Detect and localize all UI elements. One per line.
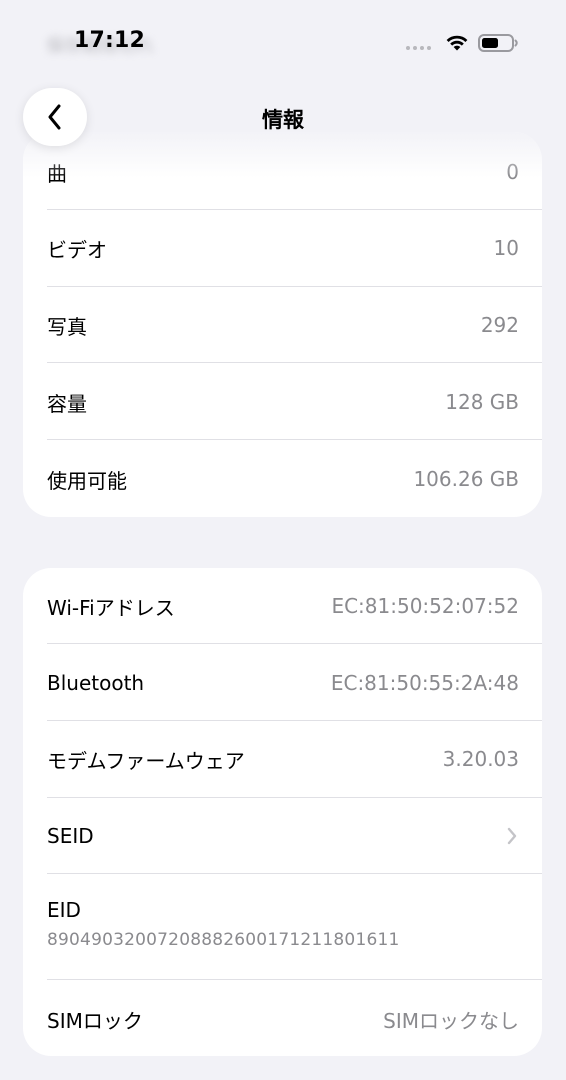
- row-label: Wi-Fiアドレス: [47, 595, 175, 620]
- row-label: EID: [47, 898, 81, 922]
- divider: [47, 362, 542, 363]
- row-label: ビデオ: [47, 237, 107, 262]
- row-value[interactable]: EC:81:50:52:07:52: [331, 594, 519, 618]
- row-bluetooth: Bluetooth EC:81:50:55:2A:48: [47, 665, 519, 701]
- row-value: SIMロックなし: [383, 1008, 519, 1033]
- row-value[interactable]: 3.20.03: [443, 747, 519, 771]
- row-value: 10: [493, 236, 519, 260]
- row-value: 106.26 GB: [413, 467, 519, 491]
- row-label: SEID: [47, 824, 94, 848]
- row-value: 0: [506, 160, 519, 184]
- page-title: 情報: [262, 108, 304, 132]
- status-time: 17:12: [74, 28, 146, 53]
- battery-icon: [478, 34, 518, 52]
- row-wifi-address: Wi-Fiアドレス EC:81:50:52:07:52: [47, 588, 519, 624]
- eid-value[interactable]: 89049032007208882600171211801611: [47, 930, 519, 950]
- navigation-bar: 情報: [0, 88, 566, 148]
- row-label: モデムファームウェア: [47, 748, 245, 773]
- storage-info-card: 曲 0 ビデオ 10 写真 292 容量 128 GB 使用可能 106.26 …: [23, 132, 542, 517]
- cellular-signal-icon: [406, 46, 431, 50]
- row-sim-lock: SIMロック SIMロックなし: [47, 1001, 519, 1037]
- row-label: 使用可能: [47, 468, 127, 493]
- divider: [47, 439, 542, 440]
- row-modem-firmware: モデムファームウェア 3.20.03: [47, 741, 519, 777]
- row-value[interactable]: EC:81:50:55:2A:48: [331, 671, 519, 695]
- row-label: SIMロック: [47, 1008, 143, 1033]
- row-value: 292: [480, 313, 519, 337]
- divider: [47, 979, 542, 980]
- row-available: 使用可能 106.26 GB: [47, 461, 519, 497]
- row-capacity: 容量 128 GB: [47, 384, 519, 420]
- row-seid[interactable]: SEID: [47, 818, 519, 854]
- divider: [47, 286, 542, 287]
- row-photos: 写真 292: [47, 307, 519, 343]
- row-label: 曲: [47, 161, 67, 186]
- row-label: 写真: [47, 314, 87, 339]
- row-value: 128 GB: [445, 390, 519, 414]
- divider: [47, 873, 542, 874]
- chevron-right-icon: [507, 827, 517, 845]
- wifi-icon: [446, 35, 468, 51]
- row-videos: ビデオ 10: [47, 230, 519, 266]
- divider: [47, 797, 542, 798]
- row-label: Bluetooth: [47, 671, 145, 695]
- status-bar: 保存期限切れ 17:12: [0, 0, 566, 88]
- row-eid: EID 89049032007208882600171211801611: [47, 898, 519, 950]
- row-label: 容量: [47, 391, 87, 416]
- row-songs: 曲 0: [47, 154, 519, 190]
- divider: [47, 720, 542, 721]
- network-info-card: Wi-Fiアドレス EC:81:50:52:07:52 Bluetooth EC…: [23, 568, 542, 1056]
- divider: [47, 209, 542, 210]
- divider: [47, 643, 542, 644]
